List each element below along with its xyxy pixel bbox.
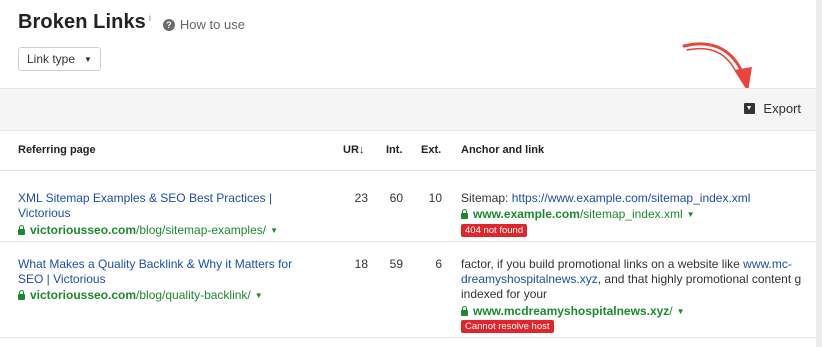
table-toolbar: Export [0,88,822,131]
table-header: Referring page UR↓ Int. Ext. Anchor and … [0,131,816,171]
col-int[interactable]: Int. [386,144,403,156]
target-domain: www.mcdreamyshospitalnews.xyz [473,304,670,318]
referring-page-title[interactable]: XML Sitemap Examples & SEO Best Practice… [18,191,318,221]
ext-value: 10 [428,191,442,205]
target-path: /sitemap_index.xml [579,207,683,221]
link-type-dropdown[interactable]: Link type ▼ [18,47,101,71]
status-badge: Cannot resolve host [461,320,554,333]
question-circle-icon: ? [162,18,175,31]
broken-links-table: Referring page UR↓ Int. Ext. Anchor and … [0,131,816,338]
ur-value: 18 [354,257,368,271]
url-domain: victoriousseo.com [30,288,137,302]
table-row: What Makes a Quality Backlink & Why it M… [0,242,816,338]
table-row: XML Sitemap Examples & SEO Best Practice… [0,171,816,242]
link-type-label: Link type [27,52,76,66]
referring-page-url[interactable]: victoriousseo.com/blog/quality-backlink/… [18,288,263,303]
url-domain: victoriousseo.com [30,223,137,237]
caret-down-icon[interactable]: ▼ [270,223,278,238]
lock-icon [18,290,25,300]
referring-page-title[interactable]: What Makes a Quality Backlink & Why it M… [18,257,318,287]
col-referring-page[interactable]: Referring page [18,144,96,156]
anchor-text: Sitemap: https://www.example.com/sitemap… [461,191,750,206]
caret-down-icon[interactable]: ▼ [687,207,695,222]
sort-desc-icon: ↓ [358,144,365,156]
col-anchor[interactable]: Anchor and link [461,144,544,156]
target-url[interactable]: www.example.com/sitemap_index.xml ▼ [461,207,695,222]
lock-icon [461,209,468,219]
status-badge: 404 not found [461,224,528,237]
anchor-line2: , and that highly promotional content g [597,272,802,286]
caret-down-icon: ▼ [84,54,92,64]
int-value: 59 [389,257,403,271]
referring-page-url[interactable]: victoriousseo.com/blog/sitemap-examples/… [18,223,278,238]
anchor-prefix: Sitemap: [461,191,512,205]
int-value: 60 [389,191,403,205]
lock-icon [18,225,25,235]
export-label: Export [763,101,801,116]
anchor-line3: indexed for your [461,287,548,301]
caret-down-icon[interactable]: ▼ [677,304,685,319]
anchor-text: factor, if you build promotional links o… [461,257,816,302]
page-title: Broken Links [18,11,146,33]
anchor-link[interactable]: www.mc- [743,257,792,271]
url-path: /blog/quality-backlink/ [136,288,251,302]
download-icon [744,103,756,114]
target-domain: www.example.com [473,207,580,221]
col-ext[interactable]: Ext. [421,144,441,156]
info-icon[interactable]: i [149,13,151,23]
how-to-use-link[interactable]: ? How to use [162,17,245,32]
col-ur-label: UR [343,144,359,156]
ur-value: 23 [354,191,368,205]
caret-down-icon[interactable]: ▼ [255,288,263,303]
col-ur[interactable]: UR↓ [343,144,364,156]
export-button[interactable]: Export [744,101,801,116]
target-url[interactable]: www.mcdreamyshospitalnews.xyz / ▼ [461,304,685,319]
target-path: / [669,304,673,318]
vertical-scrollbar[interactable] [816,0,822,347]
page-header: Broken Links i ? How to use [18,11,245,34]
how-to-use-label: How to use [179,17,245,32]
anchor-link[interactable]: https://www.example.com/sitemap_index.xm… [512,191,751,205]
url-path: /blog/sitemap-examples/ [136,223,267,237]
ext-value: 6 [435,257,442,271]
anchor-line1: factor, if you build promotional links o… [461,257,744,271]
lock-icon [461,306,468,316]
anchor-link-continued[interactable]: dreamyshospitalnews.xyz [461,272,598,286]
